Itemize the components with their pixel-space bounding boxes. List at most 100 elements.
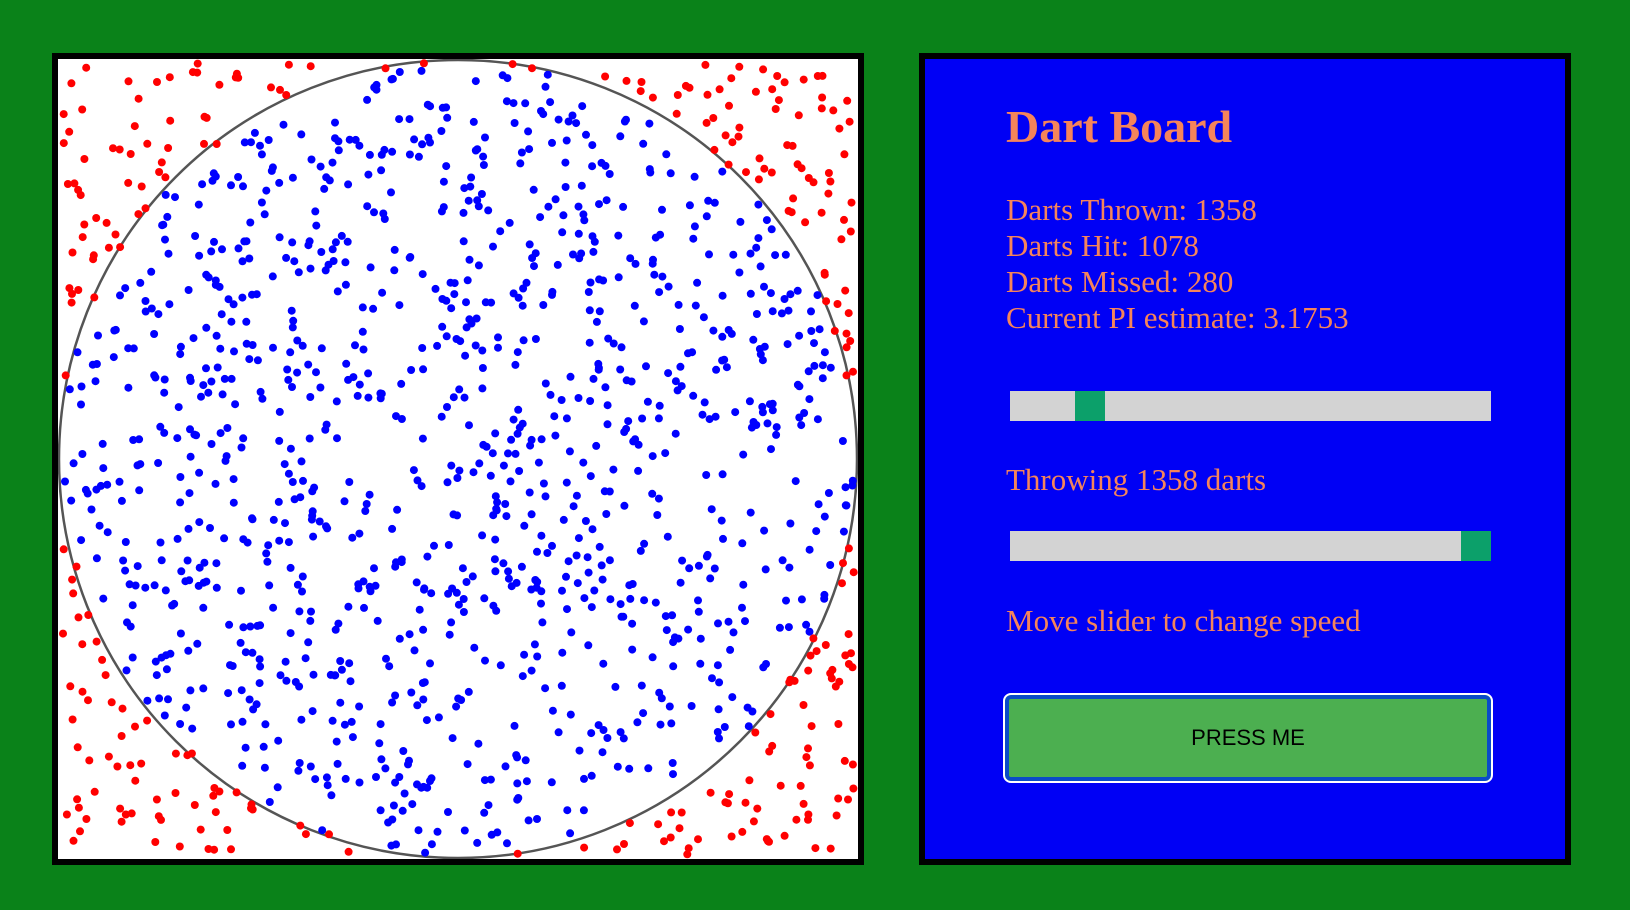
dart-hit bbox=[452, 335, 461, 343]
dart-miss bbox=[109, 144, 117, 153]
dart-hit bbox=[812, 527, 821, 536]
dart-hit bbox=[344, 375, 353, 384]
dart-hit bbox=[264, 136, 273, 144]
dart-hit bbox=[766, 289, 775, 298]
dart-hit bbox=[534, 458, 543, 467]
dart-hit bbox=[256, 621, 265, 630]
dart-hit bbox=[479, 161, 488, 169]
dart-miss bbox=[774, 96, 783, 105]
dart-hit bbox=[195, 518, 204, 527]
control-panel: Dart Board Darts Thrown: 1358 Darts Hit:… bbox=[919, 53, 1571, 865]
dart-hit bbox=[478, 364, 487, 372]
dart-hit bbox=[240, 237, 249, 246]
dart-miss bbox=[728, 138, 737, 147]
dart-hit bbox=[707, 505, 716, 514]
dart-hit bbox=[581, 517, 590, 525]
dart-hit bbox=[157, 556, 166, 565]
dart-hit bbox=[388, 815, 397, 824]
dart-hit bbox=[439, 177, 448, 186]
dart-hit bbox=[216, 344, 225, 353]
dart-layer bbox=[59, 59, 858, 859]
dart-hit bbox=[520, 521, 529, 530]
dart-hit bbox=[795, 413, 804, 422]
dart-hit bbox=[598, 575, 607, 584]
dart-hit bbox=[572, 491, 581, 500]
dart-hit bbox=[295, 759, 304, 767]
dart-hit bbox=[518, 419, 527, 428]
dart-miss bbox=[796, 781, 805, 790]
dart-hit bbox=[529, 185, 538, 194]
dart-hit bbox=[253, 356, 262, 365]
dart-hit bbox=[377, 166, 386, 175]
speed-slider[interactable] bbox=[1010, 531, 1491, 561]
dart-hit bbox=[479, 440, 488, 449]
dart-hit bbox=[548, 138, 556, 147]
dart-hit bbox=[421, 848, 430, 857]
dart-hit bbox=[720, 355, 729, 364]
dart-miss bbox=[824, 189, 833, 198]
dart-hit bbox=[176, 498, 185, 507]
dart-hit bbox=[207, 377, 216, 386]
dart-hit bbox=[308, 707, 317, 716]
dart-miss bbox=[165, 73, 174, 82]
dart-hit bbox=[736, 217, 745, 226]
dart-miss bbox=[745, 776, 754, 785]
dart-hit bbox=[284, 538, 293, 547]
dart-miss bbox=[723, 799, 732, 808]
dart-hit bbox=[176, 342, 185, 351]
dart-hit bbox=[268, 163, 277, 172]
dart-hit bbox=[478, 384, 487, 393]
dart-miss bbox=[841, 286, 850, 295]
dart-hit bbox=[298, 587, 306, 596]
dart-hit bbox=[584, 641, 593, 650]
dart-hit bbox=[634, 440, 643, 449]
dart-hit bbox=[269, 515, 278, 524]
dart-hit bbox=[359, 345, 368, 354]
dart-hit bbox=[238, 717, 247, 726]
dart-hit bbox=[312, 368, 320, 377]
dart-hit bbox=[420, 584, 429, 593]
dart-hit bbox=[94, 331, 102, 340]
dart-miss bbox=[766, 710, 775, 719]
dart-hit bbox=[176, 350, 185, 359]
dart-miss bbox=[215, 787, 224, 796]
dart-hit bbox=[133, 562, 142, 571]
dart-hit bbox=[756, 350, 765, 359]
dart-hit bbox=[182, 703, 191, 712]
dart-hit bbox=[81, 485, 90, 494]
dart-hit bbox=[711, 412, 720, 421]
dart-hit bbox=[531, 249, 540, 258]
dart-hit bbox=[541, 379, 550, 388]
dart-miss bbox=[804, 666, 813, 675]
speed-slider-thumb[interactable] bbox=[1461, 531, 1491, 561]
dart-hit bbox=[281, 657, 290, 666]
dart-hit bbox=[702, 212, 711, 221]
dart-hit bbox=[527, 510, 536, 519]
dart-hit bbox=[293, 580, 302, 589]
dart-hit bbox=[478, 346, 487, 355]
darts-missed-text: Darts Missed: 280 bbox=[1006, 264, 1234, 299]
dart-hit bbox=[558, 648, 567, 657]
dart-miss bbox=[840, 756, 849, 765]
dart-hit bbox=[690, 172, 699, 181]
dart-miss bbox=[161, 173, 170, 182]
dart-hit bbox=[481, 133, 489, 142]
press-me-button[interactable]: PRESS ME bbox=[1003, 693, 1493, 783]
dart-count-slider-thumb[interactable] bbox=[1075, 391, 1105, 421]
dart-hit bbox=[521, 99, 530, 108]
dart-hit bbox=[455, 466, 464, 475]
dart-hit bbox=[372, 85, 381, 94]
dart-miss bbox=[625, 819, 634, 828]
dart-hit bbox=[447, 618, 456, 627]
dart-hit bbox=[805, 545, 814, 554]
dart-count-slider[interactable] bbox=[1010, 391, 1491, 421]
dart-hit bbox=[67, 496, 76, 505]
dart-hit bbox=[345, 478, 354, 486]
dart-miss bbox=[141, 204, 150, 213]
dart-hit bbox=[306, 393, 315, 401]
dart-hit bbox=[727, 329, 736, 338]
dart-hit bbox=[193, 639, 202, 648]
dart-hit bbox=[541, 492, 550, 501]
dart-hit bbox=[620, 501, 629, 510]
dart-miss bbox=[121, 810, 130, 819]
